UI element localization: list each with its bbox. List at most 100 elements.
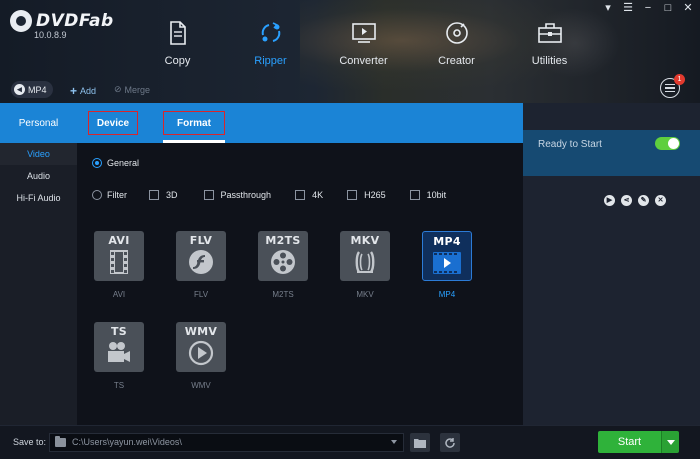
nav-creator-label: Creator: [438, 55, 475, 67]
output-path-select[interactable]: C:\Users\yayun.wei\Videos\: [49, 433, 404, 452]
filter-passthrough-checkbox[interactable]: [203, 190, 214, 200]
general-radio[interactable]: [92, 158, 102, 168]
nav-creator[interactable]: Creator: [410, 20, 503, 67]
ripper-icon: [258, 20, 284, 46]
merge-button[interactable]: ⊘ Merge: [114, 84, 150, 95]
format-wmv-label: WMV: [191, 381, 211, 390]
task-row-actions: ▶ ⋖ ✎ ✕: [604, 195, 666, 206]
filter-10bit-checkbox[interactable]: [409, 190, 420, 200]
play-circle-icon: [188, 340, 214, 371]
general-option[interactable]: General: [92, 158, 139, 168]
filter-option[interactable]: Filter: [92, 190, 127, 200]
format-flv[interactable]: FLV FLV: [175, 231, 227, 299]
edit-icon[interactable]: ✎: [638, 195, 649, 206]
chevron-down-icon[interactable]: [391, 440, 397, 444]
profile-selector-icon: ◂: [14, 84, 25, 95]
maximize-icon[interactable]: □: [662, 2, 674, 14]
format-avi-card[interactable]: AVI: [94, 231, 144, 281]
window-controls: ▾ ☰ − □ ✕: [602, 2, 694, 14]
format-mp4-card[interactable]: MP4: [422, 231, 472, 281]
filter-h265[interactable]: H265: [347, 190, 386, 200]
save-to-label: Save to:: [13, 437, 47, 447]
nav-copy[interactable]: Copy: [131, 20, 224, 67]
filter-4k-label: 4K: [312, 190, 324, 200]
format-mp4[interactable]: MP4 MP4: [421, 231, 473, 299]
close-icon[interactable]: ✕: [682, 2, 694, 14]
filter-passthrough[interactable]: Passthrough: [203, 190, 271, 200]
matroska-icon: [352, 249, 378, 280]
general-label: General: [107, 158, 140, 168]
task-queue-button[interactable]: 1: [660, 74, 685, 98]
refresh-button[interactable]: [440, 433, 460, 452]
format-mkv-card-text: MKV: [350, 234, 380, 247]
format-m2ts[interactable]: M2TS M2TS: [257, 231, 309, 299]
profile-panel-header: Personal Device Format: [0, 103, 523, 143]
film-reel-icon: [270, 249, 296, 280]
format-flv-card[interactable]: FLV: [176, 231, 226, 281]
format-m2ts-card[interactable]: M2TS: [258, 231, 308, 281]
dvdfab-window: DVDFab 10.0.8.9 ▾ ☰ − □ ✕ Copy Ripper Co…: [0, 0, 700, 459]
bottom-bar: Save to: C:\Users\yayun.wei\Videos\ Star…: [0, 425, 700, 459]
merge-label: Merge: [124, 84, 151, 95]
format-flv-label: FLV: [193, 290, 209, 299]
film-strip-icon: [107, 249, 131, 280]
start-button[interactable]: Start: [598, 431, 661, 453]
logo-text: DVDFab: [36, 11, 114, 31]
category-audio[interactable]: Audio: [0, 165, 77, 187]
format-mkv[interactable]: MKV MKV: [339, 231, 391, 299]
category-video[interactable]: Video: [0, 143, 77, 165]
list-icon: [665, 84, 675, 92]
filter-4k[interactable]: 4K: [295, 190, 323, 200]
utilities-icon: [537, 20, 563, 46]
camera-icon: [105, 340, 133, 371]
merge-icon: ⊘: [114, 84, 122, 94]
filter-4k-checkbox[interactable]: [295, 190, 306, 200]
nav-ripper-label: Ripper: [254, 55, 287, 67]
nav-converter[interactable]: Converter: [317, 20, 410, 67]
remove-icon[interactable]: ✕: [655, 195, 666, 206]
profile-selector-label: MP4: [28, 84, 47, 95]
task-toggle-switch[interactable]: [655, 137, 680, 150]
start-options-button[interactable]: [661, 431, 679, 453]
browse-folder-button[interactable]: [410, 433, 430, 452]
logo-disc-icon: [10, 10, 32, 32]
nav-ripper[interactable]: Ripper: [224, 20, 317, 67]
add-button[interactable]: + Add: [70, 84, 96, 98]
app-logo: DVDFab: [10, 10, 114, 32]
skin-icon[interactable]: ▾: [602, 2, 614, 14]
tab-personal[interactable]: Personal: [0, 103, 77, 143]
folder-icon: [55, 436, 66, 447]
task-status: Ready to Start: [538, 139, 602, 150]
format-ts-card[interactable]: TS: [94, 322, 144, 372]
app-version: 10.0.8.9: [34, 30, 67, 40]
minimize-icon[interactable]: −: [642, 2, 654, 14]
filter-3d-checkbox[interactable]: [149, 190, 159, 200]
sub-toolbar: ◂ MP4 + Add ⊘ Merge: [0, 78, 700, 100]
filter-3d[interactable]: 3D: [149, 190, 178, 200]
nav-copy-label: Copy: [164, 55, 191, 67]
tab-format[interactable]: Format: [163, 111, 225, 135]
format-avi[interactable]: AVI AVI: [93, 231, 145, 299]
format-avi-label: AVI: [112, 290, 126, 299]
output-path-value: C:\Users\yayun.wei\Videos\: [72, 437, 182, 447]
format-ts-card-text: TS: [110, 325, 128, 338]
filter-h265-checkbox[interactable]: [347, 190, 358, 200]
profile-selector-button[interactable]: ◂ MP4: [11, 81, 53, 98]
nav-utilities[interactable]: Utilities: [503, 20, 596, 67]
format-wmv[interactable]: WMV WMV: [175, 322, 227, 390]
format-wmv-card[interactable]: WMV: [176, 322, 226, 372]
format-ts[interactable]: TS TS: [93, 322, 145, 390]
menu-icon[interactable]: ☰: [622, 2, 634, 14]
play-icon[interactable]: ▶: [604, 195, 615, 206]
format-mkv-card[interactable]: MKV: [340, 231, 390, 281]
filter-10bit[interactable]: 10bit: [409, 190, 446, 200]
category-hifi-audio[interactable]: Hi-Fi Audio: [0, 187, 77, 209]
filter-h265-label: H265: [364, 190, 386, 200]
filter-radio[interactable]: [92, 190, 102, 200]
copy-icon: [165, 20, 191, 46]
share-icon[interactable]: ⋖: [621, 195, 632, 206]
open-folder-icon: [414, 438, 426, 448]
tab-device[interactable]: Device: [88, 111, 138, 135]
format-wmv-card-text: WMV: [184, 325, 218, 338]
format-mp4-label: MP4: [438, 290, 456, 299]
